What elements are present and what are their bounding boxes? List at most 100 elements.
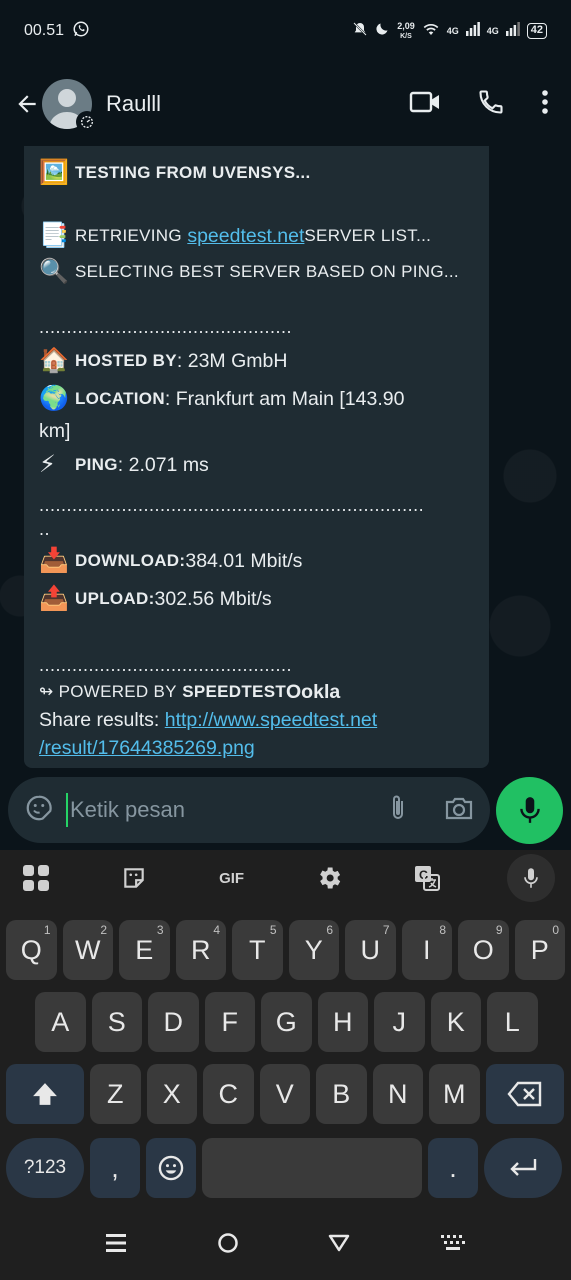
key-u[interactable]: U7: [345, 920, 396, 980]
emoji-key[interactable]: [146, 1138, 196, 1198]
house-icon: 🏠: [39, 347, 69, 374]
key-l[interactable]: L: [487, 992, 538, 1052]
message-line: Share results: http://www.speedtest.net: [39, 706, 474, 734]
key-d[interactable]: D: [148, 992, 199, 1052]
whatsapp-notification-icon: [72, 20, 90, 43]
shift-key[interactable]: [6, 1064, 84, 1124]
key-a[interactable]: A: [35, 992, 86, 1052]
message-input[interactable]: [66, 793, 387, 827]
microphone-icon: [519, 797, 540, 823]
enter-key[interactable]: [484, 1138, 562, 1198]
disappearing-timer-badge: [76, 111, 98, 133]
key-j[interactable]: J: [374, 992, 425, 1052]
recent-apps-button[interactable]: [105, 1233, 127, 1258]
enter-arrow-icon: [510, 1159, 537, 1176]
key-h[interactable]: H: [317, 992, 368, 1052]
key-n[interactable]: N: [372, 1064, 423, 1124]
sticker-button[interactable]: [24, 793, 54, 828]
more-options-button[interactable]: [541, 89, 549, 120]
share-link[interactable]: http://www.speedtest.net: [165, 707, 377, 733]
message-line: 🌍 LOCATION : Frankfurt am Main [143.90: [39, 380, 474, 418]
apps-grid-button[interactable]: [18, 860, 54, 896]
settings-button[interactable]: [311, 860, 347, 896]
key-x[interactable]: X: [146, 1064, 197, 1124]
key-c[interactable]: C: [203, 1064, 254, 1124]
separator: ........................................…: [39, 317, 293, 337]
chat-header: Raulll: [0, 62, 571, 146]
location-value: : Frankfurt am Main [143.90: [164, 388, 405, 410]
net-speed-unit: K/S: [400, 32, 412, 40]
desktop-image-icon: 🖼️: [39, 159, 69, 186]
key-b[interactable]: B: [316, 1064, 367, 1124]
share-link-cont[interactable]: /result/17644385269.png: [39, 735, 255, 761]
key-m[interactable]: M: [429, 1064, 480, 1124]
key-t[interactable]: T5: [232, 920, 283, 980]
key-r[interactable]: R4: [175, 920, 226, 980]
keyboard: GIF G Q1W2E3R4T5Y6U7I8O9P0 ASDFGHJKL ZXC…: [0, 850, 571, 1210]
message-line: ⚡ PING : 2.071 ms: [39, 446, 474, 484]
separator: ........................................…: [39, 495, 425, 515]
back-nav-button[interactable]: [328, 1234, 350, 1257]
symbols-key[interactable]: ?123: [6, 1138, 84, 1198]
message-text: SERVER LIST...: [304, 226, 432, 245]
system-nav-bar: [0, 1210, 571, 1280]
powered-prefix: ↬ POWERED BY: [39, 682, 177, 701]
home-circle-icon: [217, 1232, 238, 1253]
message-text: RETRIEVING: [75, 226, 182, 245]
camera-button[interactable]: [444, 795, 474, 826]
net-speed-value: 2,09: [397, 20, 415, 31]
keyboard-switch-button[interactable]: [440, 1234, 466, 1257]
speedtest-link[interactable]: speedtest.net: [187, 223, 304, 249]
attach-button[interactable]: [386, 793, 410, 828]
sticker-keyboard-button[interactable]: [116, 860, 152, 896]
period-key[interactable]: .: [428, 1138, 478, 1198]
backspace-key[interactable]: [485, 1064, 564, 1124]
voice-typing-button[interactable]: [506, 854, 555, 902]
key-s[interactable]: S: [91, 992, 142, 1052]
key-q[interactable]: Q1: [6, 920, 57, 980]
signal-icon-2: [505, 21, 520, 41]
chat-area[interactable]: 🖼️ TESTING FROM UVENSYS... 📑 RETRIEVING …: [0, 146, 571, 776]
battery-indicator: 42: [526, 23, 547, 39]
key-e[interactable]: E3: [119, 920, 170, 980]
powered-ookla: Ookla: [286, 681, 341, 703]
message-line: 📑 RETRIEVING speedtest.net SERVER LIST..…: [39, 218, 474, 254]
location-value-cont: km]: [39, 420, 71, 442]
key-g[interactable]: G: [261, 992, 312, 1052]
translate-button[interactable]: G: [409, 860, 445, 896]
message-line: 🖼️ TESTING FROM UVENSYS...: [39, 156, 474, 190]
contact-name[interactable]: Raulll: [106, 91, 409, 117]
video-call-button[interactable]: [409, 90, 441, 119]
message-bubble[interactable]: 🖼️ TESTING FROM UVENSYS... 📑 RETRIEVING …: [24, 146, 489, 768]
key-hint: 6: [326, 923, 333, 937]
key-row-3: ZXCVBNM: [6, 1064, 564, 1124]
key-f[interactable]: F: [204, 992, 255, 1052]
key-p[interactable]: P0: [514, 920, 565, 980]
key-y[interactable]: Y6: [288, 920, 339, 980]
key-label: P: [530, 934, 549, 965]
home-button[interactable]: [217, 1232, 239, 1259]
key-z[interactable]: Z: [90, 1064, 141, 1124]
key-i[interactable]: I8: [401, 920, 452, 980]
lightning-icon: ⚡: [39, 451, 56, 478]
key-hint: 1: [43, 923, 51, 937]
camera-icon: [446, 797, 473, 819]
wifi-icon: [422, 22, 440, 41]
key-hint: 3: [156, 923, 164, 937]
key-k[interactable]: K: [430, 992, 481, 1052]
key-v[interactable]: V: [259, 1064, 310, 1124]
status-right: 2,09 K/S 4G 4G 42: [352, 21, 547, 42]
key-w[interactable]: W2: [62, 920, 113, 980]
key-label: E: [135, 934, 154, 965]
key-o[interactable]: O9: [458, 920, 509, 980]
contact-avatar-button[interactable]: [42, 79, 98, 133]
space-key[interactable]: [202, 1138, 422, 1198]
gif-button[interactable]: GIF: [214, 860, 250, 896]
message-line: 🏠 HOSTED BY : 23M GmbH: [39, 342, 474, 380]
voice-record-button[interactable]: [496, 776, 563, 844]
voice-call-button[interactable]: [477, 88, 505, 121]
hosted-label: HOSTED BY: [75, 351, 177, 370]
comma-key[interactable]: ,: [90, 1138, 140, 1198]
triangle-back-icon: [329, 1234, 350, 1251]
back-button[interactable]: [12, 89, 42, 119]
